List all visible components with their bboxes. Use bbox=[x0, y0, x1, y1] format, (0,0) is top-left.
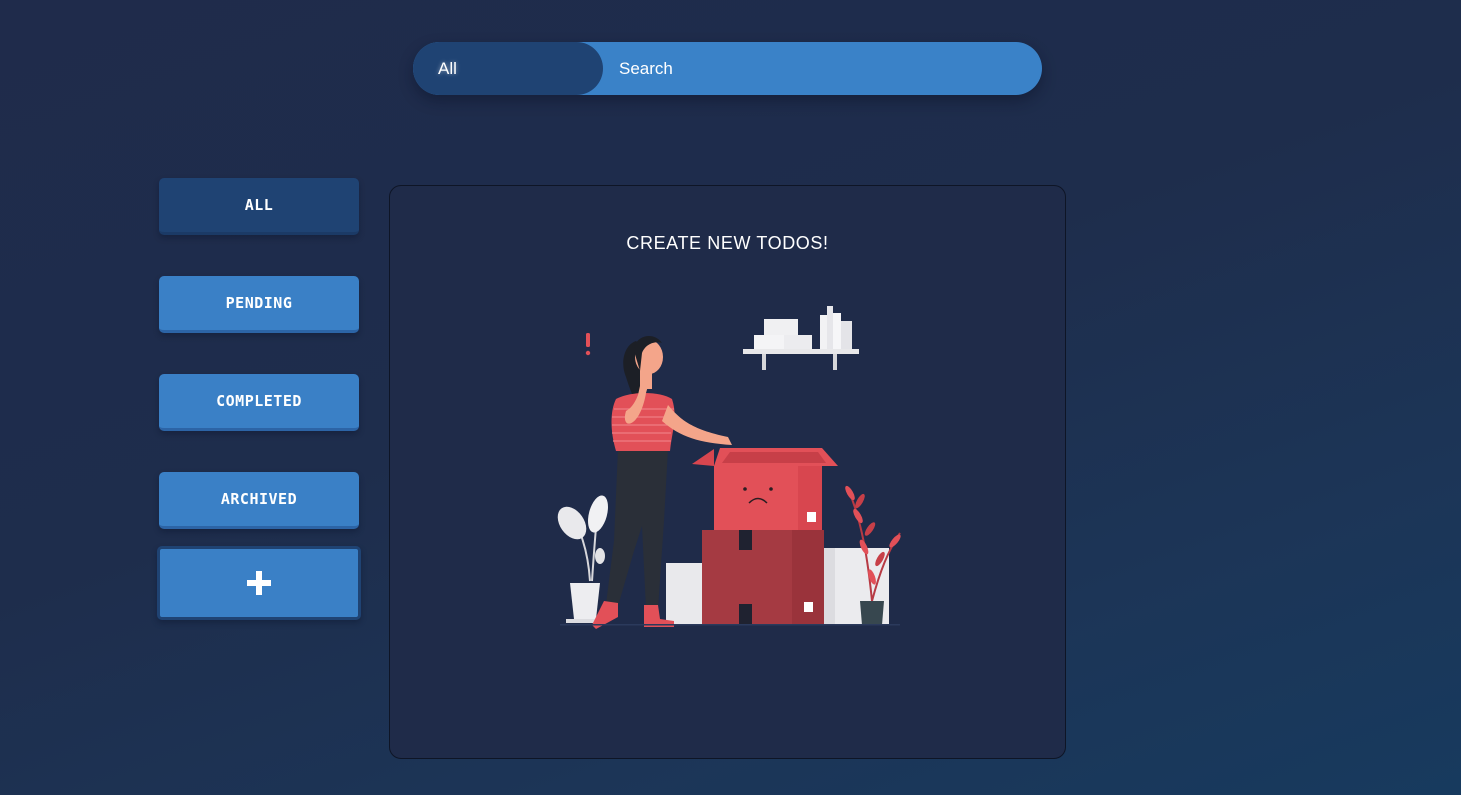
empty-state-title: CREATE NEW TODOS! bbox=[626, 233, 829, 253]
filter-button-completed[interactable]: COMPLETED bbox=[159, 374, 359, 431]
filter-button-completed-label: COMPLETED bbox=[216, 392, 302, 410]
plus-icon bbox=[247, 571, 271, 595]
plant-left-illustration bbox=[557, 495, 608, 623]
add-todo-button[interactable] bbox=[157, 546, 361, 620]
empty-box-illustration bbox=[557, 306, 901, 629]
red-boxes-illustration bbox=[692, 448, 838, 625]
exclamation-icon bbox=[585, 333, 591, 356]
shelf-illustration bbox=[743, 306, 859, 370]
search-bar: All bbox=[413, 42, 1042, 95]
filter-button-pending-label: PENDING bbox=[225, 294, 293, 312]
filter-button-all[interactable]: ALL bbox=[159, 178, 359, 235]
todo-list-panel: CREATE NEW TODOS! bbox=[389, 185, 1066, 759]
filter-button-archived[interactable]: ARCHIVED bbox=[159, 472, 359, 529]
filter-button-archived-label: ARCHIVED bbox=[220, 490, 298, 508]
search-filter-dropdown[interactable]: All bbox=[413, 42, 603, 95]
search-input[interactable] bbox=[603, 42, 1042, 95]
search-filter-label: All bbox=[438, 58, 457, 78]
filter-button-all-label: ALL bbox=[244, 196, 274, 214]
filter-button-pending[interactable]: PENDING bbox=[159, 276, 359, 333]
